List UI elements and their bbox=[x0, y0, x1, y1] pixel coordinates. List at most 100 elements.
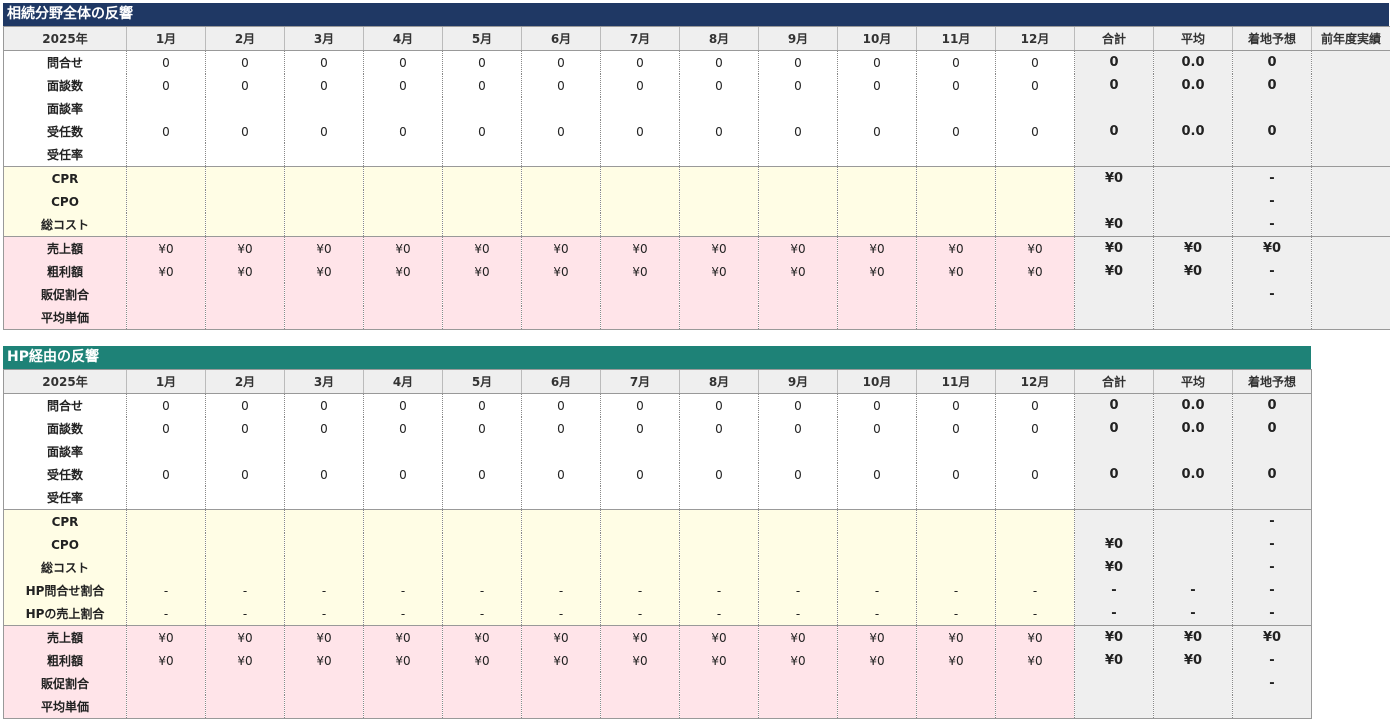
month-cell[interactable]: 0 bbox=[206, 394, 285, 418]
month-cell[interactable] bbox=[996, 283, 1075, 306]
month-cell[interactable] bbox=[601, 533, 680, 556]
month-cell[interactable] bbox=[364, 283, 443, 306]
month-cell[interactable] bbox=[759, 510, 838, 534]
month-cell[interactable]: 0 bbox=[127, 394, 206, 418]
month-cell[interactable]: ¥0 bbox=[127, 260, 206, 283]
month-cell[interactable]: 0 bbox=[522, 394, 601, 418]
month-cell[interactable] bbox=[996, 97, 1075, 120]
month-cell[interactable]: 0 bbox=[838, 417, 917, 440]
month-cell[interactable]: 0 bbox=[680, 463, 759, 486]
month-cell[interactable] bbox=[285, 695, 364, 719]
month-cell[interactable]: 0 bbox=[759, 74, 838, 97]
month-cell[interactable]: - bbox=[206, 602, 285, 626]
month-cell[interactable] bbox=[364, 533, 443, 556]
month-cell[interactable]: ¥0 bbox=[759, 237, 838, 261]
month-cell[interactable]: ¥0 bbox=[838, 260, 917, 283]
month-cell[interactable] bbox=[917, 533, 996, 556]
month-cell[interactable]: 0 bbox=[759, 417, 838, 440]
month-cell[interactable] bbox=[206, 167, 285, 191]
month-cell[interactable]: 0 bbox=[285, 74, 364, 97]
month-cell[interactable] bbox=[285, 283, 364, 306]
month-cell[interactable] bbox=[285, 672, 364, 695]
month-cell[interactable] bbox=[206, 672, 285, 695]
month-cell[interactable]: 0 bbox=[917, 417, 996, 440]
month-cell[interactable]: 0 bbox=[127, 463, 206, 486]
month-cell[interactable]: ¥0 bbox=[285, 260, 364, 283]
month-cell[interactable] bbox=[838, 695, 917, 719]
month-cell[interactable]: 0 bbox=[759, 120, 838, 143]
month-cell[interactable] bbox=[285, 167, 364, 191]
month-cell[interactable]: ¥0 bbox=[601, 237, 680, 261]
month-cell[interactable] bbox=[127, 440, 206, 463]
month-cell[interactable]: ¥0 bbox=[522, 649, 601, 672]
month-cell[interactable] bbox=[680, 672, 759, 695]
month-cell[interactable]: 0 bbox=[996, 51, 1075, 75]
month-cell[interactable] bbox=[285, 143, 364, 167]
month-cell[interactable] bbox=[522, 306, 601, 330]
month-cell[interactable] bbox=[838, 672, 917, 695]
month-cell[interactable]: - bbox=[759, 579, 838, 602]
month-cell[interactable] bbox=[206, 486, 285, 510]
month-cell[interactable]: - bbox=[443, 579, 522, 602]
month-cell[interactable]: ¥0 bbox=[127, 237, 206, 261]
month-cell[interactable] bbox=[917, 190, 996, 213]
month-cell[interactable]: ¥0 bbox=[364, 260, 443, 283]
month-cell[interactable] bbox=[127, 510, 206, 534]
month-cell[interactable]: 0 bbox=[601, 51, 680, 75]
month-cell[interactable] bbox=[759, 306, 838, 330]
month-cell[interactable] bbox=[522, 167, 601, 191]
month-cell[interactable] bbox=[917, 672, 996, 695]
month-cell[interactable] bbox=[601, 97, 680, 120]
month-cell[interactable]: ¥0 bbox=[917, 260, 996, 283]
month-cell[interactable] bbox=[443, 213, 522, 237]
month-cell[interactable] bbox=[996, 510, 1075, 534]
month-cell[interactable] bbox=[759, 533, 838, 556]
month-cell[interactable] bbox=[601, 672, 680, 695]
month-cell[interactable] bbox=[522, 486, 601, 510]
month-cell[interactable]: ¥0 bbox=[443, 260, 522, 283]
month-cell[interactable]: ¥0 bbox=[443, 626, 522, 650]
month-cell[interactable] bbox=[838, 556, 917, 579]
month-cell[interactable]: 0 bbox=[996, 417, 1075, 440]
month-cell[interactable] bbox=[996, 533, 1075, 556]
month-cell[interactable]: ¥0 bbox=[838, 649, 917, 672]
month-cell[interactable]: 0 bbox=[206, 74, 285, 97]
month-cell[interactable] bbox=[443, 283, 522, 306]
month-cell[interactable] bbox=[917, 143, 996, 167]
month-cell[interactable] bbox=[127, 695, 206, 719]
month-cell[interactable] bbox=[443, 533, 522, 556]
month-cell[interactable]: - bbox=[917, 579, 996, 602]
month-cell[interactable] bbox=[127, 143, 206, 167]
month-cell[interactable] bbox=[996, 167, 1075, 191]
month-cell[interactable]: 0 bbox=[996, 74, 1075, 97]
month-cell[interactable] bbox=[522, 190, 601, 213]
month-cell[interactable]: 0 bbox=[206, 120, 285, 143]
month-cell[interactable]: ¥0 bbox=[759, 649, 838, 672]
month-cell[interactable]: 0 bbox=[206, 51, 285, 75]
month-cell[interactable] bbox=[364, 695, 443, 719]
month-cell[interactable] bbox=[206, 556, 285, 579]
month-cell[interactable] bbox=[364, 143, 443, 167]
month-cell[interactable]: ¥0 bbox=[443, 237, 522, 261]
month-cell[interactable]: - bbox=[206, 579, 285, 602]
month-cell[interactable]: ¥0 bbox=[127, 649, 206, 672]
month-cell[interactable] bbox=[838, 213, 917, 237]
month-cell[interactable]: 0 bbox=[206, 463, 285, 486]
month-cell[interactable]: ¥0 bbox=[285, 649, 364, 672]
month-cell[interactable]: 0 bbox=[838, 394, 917, 418]
month-cell[interactable] bbox=[443, 510, 522, 534]
month-cell[interactable] bbox=[285, 97, 364, 120]
month-cell[interactable]: - bbox=[522, 579, 601, 602]
month-cell[interactable] bbox=[838, 510, 917, 534]
month-cell[interactable] bbox=[680, 533, 759, 556]
month-cell[interactable] bbox=[443, 306, 522, 330]
month-cell[interactable] bbox=[522, 213, 601, 237]
month-cell[interactable]: 0 bbox=[206, 417, 285, 440]
month-cell[interactable]: 0 bbox=[996, 394, 1075, 418]
month-cell[interactable] bbox=[601, 306, 680, 330]
month-cell[interactable] bbox=[522, 283, 601, 306]
month-cell[interactable] bbox=[996, 143, 1075, 167]
month-cell[interactable]: 0 bbox=[759, 51, 838, 75]
month-cell[interactable] bbox=[838, 283, 917, 306]
month-cell[interactable] bbox=[522, 510, 601, 534]
